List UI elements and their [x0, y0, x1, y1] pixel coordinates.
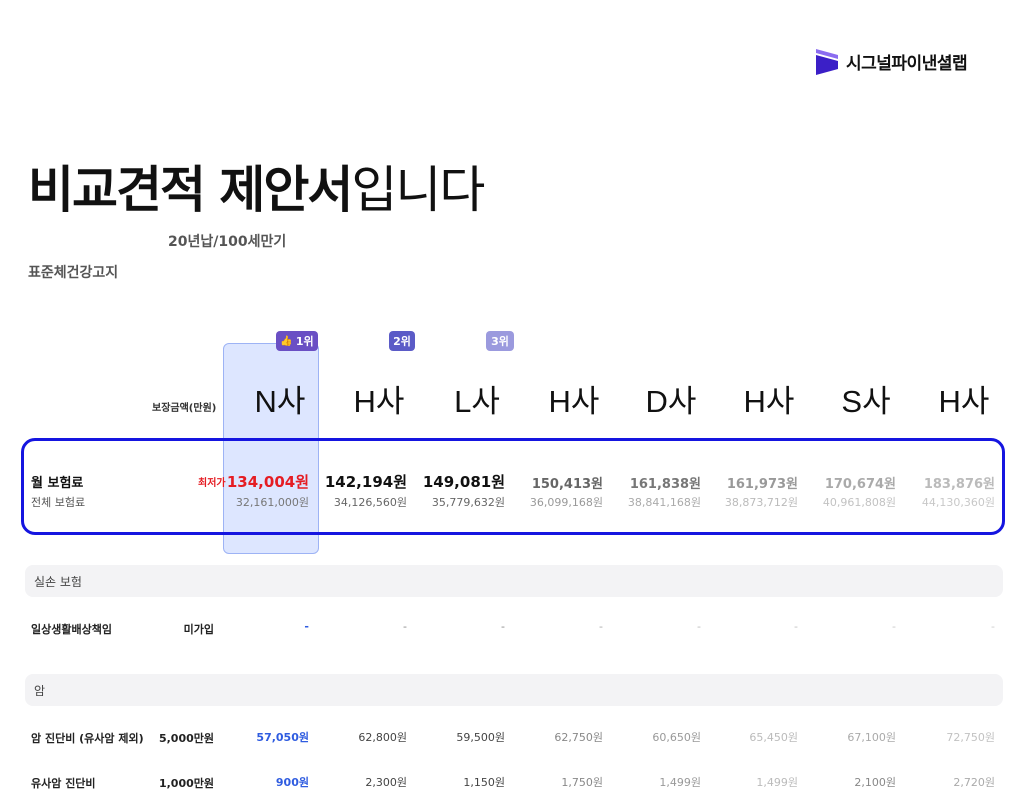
row-value: - — [794, 620, 798, 633]
row-coverage-amount: 5,000만원 — [158, 732, 214, 745]
monthly-premium-value: 161,973원 — [726, 477, 798, 492]
page-title-bold: 비교견적 제안서 — [28, 161, 353, 219]
company-header: D사 — [645, 384, 697, 419]
lowest-price-tag: 최저가 — [198, 478, 226, 489]
section-header-cancer: 암 — [25, 674, 1003, 706]
company-header: S사 — [841, 384, 891, 419]
total-premium-value: 32,161,000원 — [235, 496, 309, 509]
row-value: 67,100원 — [847, 731, 896, 744]
row-value: - — [991, 620, 995, 633]
rank-badge-3: 3위 — [486, 331, 514, 351]
company-header: L사 — [454, 384, 500, 419]
monthly-premium-value: 161,838원 — [629, 477, 701, 492]
company-header: H사 — [353, 384, 405, 419]
monthly-premium-value: 183,876원 — [923, 477, 995, 492]
page-title: 비교견적 제안서입니다 — [28, 150, 485, 222]
rank-badge-1: 👍 1위 — [276, 331, 318, 351]
row-value: - — [304, 620, 309, 633]
monthly-premium-value: 149,081원 — [422, 473, 505, 491]
row-value: 65,450원 — [749, 731, 798, 744]
coverage-amount-header: 보장금액(만원) — [152, 403, 217, 414]
row-value: 2,300원 — [365, 776, 407, 789]
row-value: 59,500원 — [456, 731, 505, 744]
total-premium-label: 전체 보험료 — [31, 496, 86, 509]
total-premium-value: 38,841,168원 — [627, 496, 701, 509]
row-value: 1,750원 — [561, 776, 603, 789]
total-premium-value: 34,126,560원 — [333, 496, 407, 509]
row-value: 60,650원 — [652, 731, 701, 744]
row-label: 일상생활배상책임 — [31, 623, 112, 636]
row-value: - — [892, 620, 896, 633]
monthly-premium-value: 150,413원 — [531, 477, 603, 492]
brand-logo: 시그널파이낸셜랩 — [814, 47, 968, 75]
thumbs-up-icon: 👍 — [280, 335, 293, 347]
brand-logo-icon — [816, 49, 838, 75]
row-label: 암 진단비 (유사암 제외) — [31, 732, 144, 745]
company-header: N사 — [254, 384, 306, 419]
row-value: - — [697, 620, 701, 633]
company-header: H사 — [548, 384, 600, 419]
section-header-indemnity: 실손 보험 — [25, 565, 1003, 597]
rank-badge-2: 2위 — [389, 331, 415, 351]
health-disclosure: 표준체건강고지 — [28, 265, 119, 281]
row-value: 57,050원 — [256, 731, 309, 744]
row-value: - — [599, 620, 603, 633]
row-value: 62,800원 — [358, 731, 407, 744]
brand-name: 시그널파이낸셜랩 — [846, 53, 968, 74]
monthly-premium-label: 월 보험료 — [31, 476, 84, 491]
row-value: 1,150원 — [463, 776, 505, 789]
page-title-light: 입니다 — [351, 161, 485, 219]
row-value: 1,499원 — [659, 776, 701, 789]
company-header: H사 — [743, 384, 795, 419]
total-premium-value: 44,130,360원 — [921, 496, 995, 509]
monthly-premium-value: 142,194원 — [324, 473, 407, 491]
monthly-premium-value: 170,674원 — [824, 477, 896, 492]
row-value: 900원 — [275, 776, 309, 789]
row-value: 62,750원 — [554, 731, 603, 744]
row-value: 72,750원 — [946, 731, 995, 744]
row-value: 2,720원 — [953, 776, 995, 789]
row-coverage-amount: 1,000만원 — [158, 777, 214, 790]
total-premium-value: 40,961,808원 — [822, 496, 896, 509]
total-premium-value: 35,779,632원 — [431, 496, 505, 509]
row-coverage-amount: 미가입 — [183, 623, 214, 636]
row-value: - — [501, 620, 505, 633]
row-value: 1,499원 — [756, 776, 798, 789]
company-header: H사 — [938, 384, 990, 419]
total-premium-value: 38,873,712원 — [724, 496, 798, 509]
row-value: - — [403, 620, 407, 633]
row-value: 2,100원 — [854, 776, 896, 789]
payment-period: 20년납/100세만기 — [168, 234, 287, 250]
monthly-premium-value: 134,004원 — [226, 473, 309, 491]
total-premium-value: 36,099,168원 — [529, 496, 603, 509]
row-label: 유사암 진단비 — [31, 777, 96, 790]
